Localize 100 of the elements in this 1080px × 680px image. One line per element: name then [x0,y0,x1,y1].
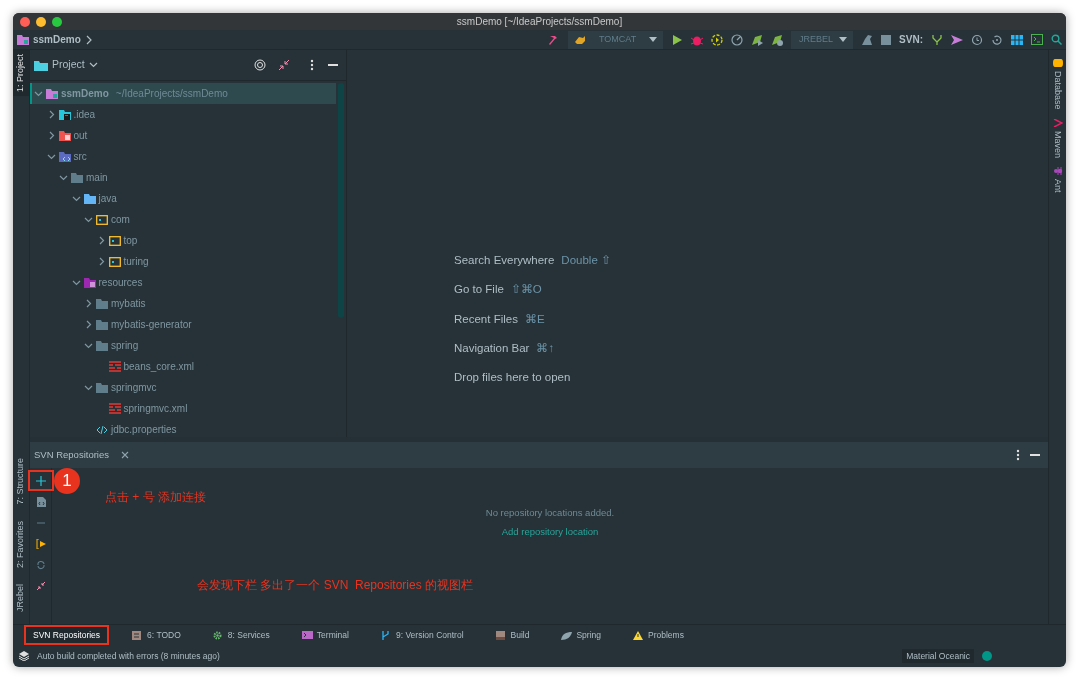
tool-window-tab[interactable]: 8: Services [203,624,279,646]
gauge-icon[interactable] [731,33,744,46]
tool-window-tab[interactable]: SVN Repositories [24,624,110,646]
run-icon[interactable] [671,33,684,46]
tool-window-tab[interactable]: 7: Structure [13,454,29,509]
tree-item[interactable]: turing [30,251,336,272]
tool-window-tab[interactable]: 2: Favorites [13,516,29,572]
chevron-down-icon[interactable] [88,61,98,69]
tool-window-tab[interactable]: 9: Version Control [371,624,473,646]
chevron-down-icon[interactable] [59,173,68,182]
tree-item[interactable]: mybatis [30,293,336,314]
tree-item[interactable]: jdbc.properties [30,419,336,437]
history-icon[interactable] [971,33,983,46]
branch-icon[interactable] [931,33,943,46]
tree-item[interactable]: .idea [30,104,336,125]
revert-icon[interactable] [991,33,1003,46]
tree-item[interactable]: springmvc.xml [30,398,336,419]
tree-item[interactable]: mybatis-generator [30,314,336,335]
chevron-down-icon[interactable] [84,383,93,392]
project-view-dropdown[interactable]: Project [52,57,85,73]
tree-item[interactable]: springmvc [30,377,336,398]
tree-item[interactable]: java [30,188,336,209]
config-folder-icon [58,108,71,121]
tool-window-tab[interactable]: Build [486,624,539,646]
ant-icon [1052,166,1063,175]
maven-icon [1052,118,1063,127]
warning-icon [633,630,645,640]
search-icon[interactable] [1051,34,1062,45]
folder-icon [96,339,108,352]
tool-window-tab[interactable]: Ant [1050,165,1065,193]
chevron-down-icon[interactable] [71,194,81,203]
folder-icon [96,297,108,310]
module-folder-icon [46,87,58,100]
chevron-down-icon[interactable] [84,341,93,350]
folder-icon [83,192,96,205]
package-icon [96,213,108,226]
zoom-button[interactable] [52,16,62,27]
theme-label[interactable]: Material Oceanic [902,648,974,664]
more-icon[interactable] [310,59,314,71]
tool-window-tab[interactable]: Database [1050,58,1065,110]
annotation-note: 点击 + 号 添加连接 [105,489,206,506]
scrollbar[interactable] [338,83,344,318]
folder-icon [34,59,48,71]
branch-icon [380,630,392,640]
tree-item[interactable]: spring [30,335,336,356]
more-icon[interactable] [1016,449,1020,461]
status-message[interactable]: Auto build completed with errors (8 minutes ago) [37,649,220,663]
package-icon [108,255,121,268]
tool-window-tab[interactable]: 1: Project [13,50,29,97]
tree-item[interactable]: beans_core.xml [30,356,336,377]
tree-item[interactable]: src [30,146,336,167]
minimize-icon[interactable] [328,63,338,67]
chevron-down-icon[interactable] [84,215,93,224]
terminal-icon[interactable] [1031,34,1043,45]
svn-label: SVN: [899,33,923,47]
module-folder-icon [17,34,29,45]
chevron-right-icon[interactable] [84,299,93,308]
add-location-link[interactable]: Add repository location [501,525,599,540]
chevron-right-icon[interactable] [84,34,93,45]
package-icon [108,234,121,247]
minimize-button[interactable] [36,16,46,27]
breadcrumb-item[interactable]: ssmDemo [33,32,81,47]
close-button[interactable] [20,16,30,27]
panel-tab[interactable]: SVN Repositories [34,447,109,463]
chevron-down-icon[interactable] [34,89,43,98]
tree-item[interactable]: main [30,167,336,188]
chevron-down-icon[interactable] [46,152,56,161]
chevron-down-icon[interactable] [71,278,81,287]
stop-icon[interactable] [881,34,892,45]
chevron-right-icon[interactable] [84,320,93,329]
shortcut-label: Double ⇧ [561,253,611,268]
shortcut-label: ⇧⌘O [510,282,542,298]
tree-item[interactable]: top [30,230,336,251]
xml-file-icon [108,360,121,373]
collapse-icon[interactable] [278,59,290,71]
xml-file-icon [108,402,121,415]
add-button[interactable] [29,472,52,489]
tree-item[interactable]: com [30,209,336,230]
close-icon[interactable] [121,451,129,459]
minimize-icon[interactable] [1030,453,1040,457]
tool-window-tab[interactable]: Terminal [292,624,358,646]
rocket-debug-icon[interactable] [771,33,784,46]
tree-item[interactable]: resources [30,272,336,293]
tool-window-tab[interactable]: Spring [552,624,611,646]
target-icon[interactable] [254,59,266,71]
coverage-icon[interactable] [711,33,724,46]
rocket-run-icon[interactable] [751,33,764,46]
tool-window-tab[interactable]: Problems [624,624,693,646]
layers-icon[interactable] [19,651,29,661]
tool-window-tab[interactable]: JRebel [13,580,29,616]
tree-item[interactable]: out [30,125,336,146]
tool-window-tab[interactable]: 6: TODO [123,624,190,646]
shortcut-label: ⌘E [524,311,545,327]
annotation-note: 会发现下栏 多出了一个 SVN Repositories 的视图栏 [197,577,474,594]
tool-window-tab[interactable]: Maven [1050,117,1065,158]
grid-icon[interactable] [1011,34,1023,45]
rabbit-icon[interactable] [861,33,874,46]
send-icon[interactable] [951,33,963,46]
folder-icon [96,381,108,394]
add-icon [35,475,46,486]
